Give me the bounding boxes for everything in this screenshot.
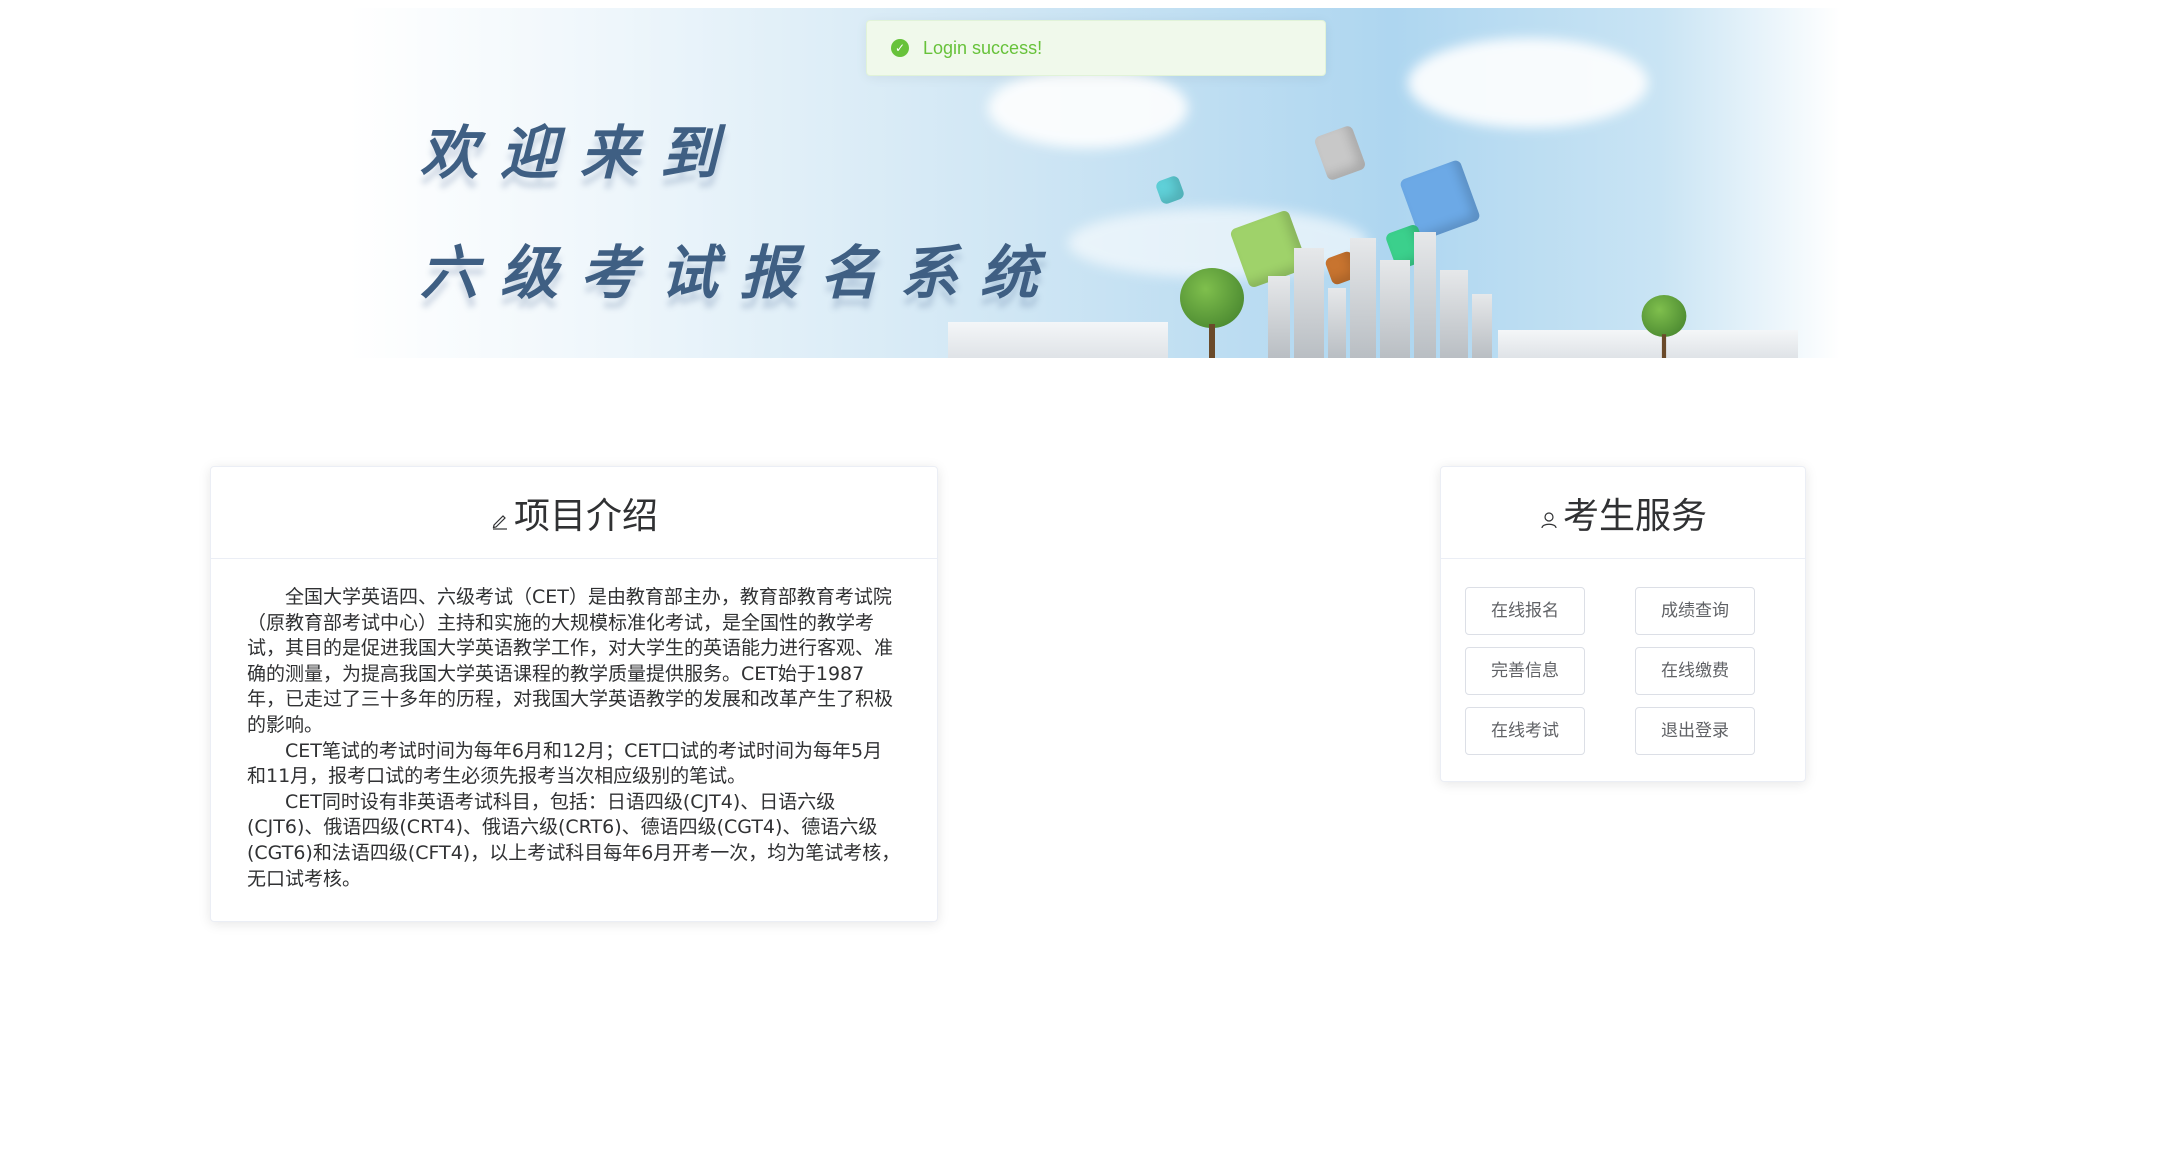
building-decoration bbox=[1440, 270, 1468, 358]
service-button-grid: 在线报名 成绩查询 完善信息 在线缴费 在线考试 退出登录 bbox=[1441, 559, 1805, 755]
building-decoration bbox=[1472, 294, 1492, 358]
tree-decoration bbox=[1180, 268, 1244, 358]
edit-icon bbox=[492, 514, 507, 530]
complete-info-button[interactable]: 完善信息 bbox=[1465, 647, 1585, 695]
building-decoration bbox=[948, 322, 1168, 358]
project-intro-card: 项目介绍 全国大学英语四、六级考试（CET）是由教育部主办，教育部教育考试院（原… bbox=[210, 466, 938, 922]
card-header: 项目介绍 bbox=[211, 467, 937, 559]
online-registration-button[interactable]: 在线报名 bbox=[1465, 587, 1585, 635]
card-title: 项目介绍 bbox=[513, 495, 658, 537]
cube-decoration bbox=[1313, 124, 1367, 182]
toast-message: Login success! bbox=[923, 37, 1043, 58]
intro-paragraph: CET笔试的考试时间为每年6月和12月；CET口试的考试时间为每年5月和11月，… bbox=[247, 739, 883, 788]
cube-decoration bbox=[1154, 174, 1186, 206]
intro-paragraph: CET同时设有非英语考试科目，包括：日语四级(CJT4)、日语六级(CJT6)、… bbox=[247, 790, 901, 890]
intro-paragraph: 全国大学英语四、六级考试（CET）是由教育部主办，教育部教育考试院（原教育部考试… bbox=[247, 586, 894, 736]
tree-decoration bbox=[1641, 295, 1687, 358]
online-payment-button[interactable]: 在线缴费 bbox=[1635, 647, 1755, 695]
student-service-card: 考生服务 在线报名 成绩查询 完善信息 在线缴费 在线考试 退出登录 bbox=[1440, 466, 1806, 782]
cloud-decoration bbox=[1408, 38, 1648, 128]
login-success-toast: ✓ Login success! bbox=[866, 20, 1326, 76]
online-exam-button[interactable]: 在线考试 bbox=[1465, 707, 1585, 755]
building-decoration bbox=[1380, 260, 1410, 358]
score-query-button[interactable]: 成绩查询 bbox=[1635, 587, 1755, 635]
building-decoration bbox=[1268, 276, 1290, 358]
building-decoration bbox=[1294, 248, 1324, 358]
banner-welcome-text: 欢迎来到 bbox=[420, 119, 741, 187]
building-decoration bbox=[1414, 232, 1436, 358]
card-header: 考生服务 bbox=[1441, 467, 1805, 559]
intro-text: 全国大学英语四、六级考试（CET）是由教育部主办，教育部教育考试院（原教育部考试… bbox=[211, 559, 937, 892]
card-title: 考生服务 bbox=[1562, 495, 1707, 537]
logout-button[interactable]: 退出登录 bbox=[1635, 707, 1755, 755]
building-decoration bbox=[1328, 288, 1346, 358]
building-decoration bbox=[1350, 238, 1376, 358]
user-icon bbox=[1541, 511, 1557, 528]
check-circle-icon: ✓ bbox=[891, 39, 909, 57]
cloud-decoration bbox=[988, 68, 1188, 148]
banner-system-title: 六级考试报名系统 bbox=[420, 239, 1061, 307]
